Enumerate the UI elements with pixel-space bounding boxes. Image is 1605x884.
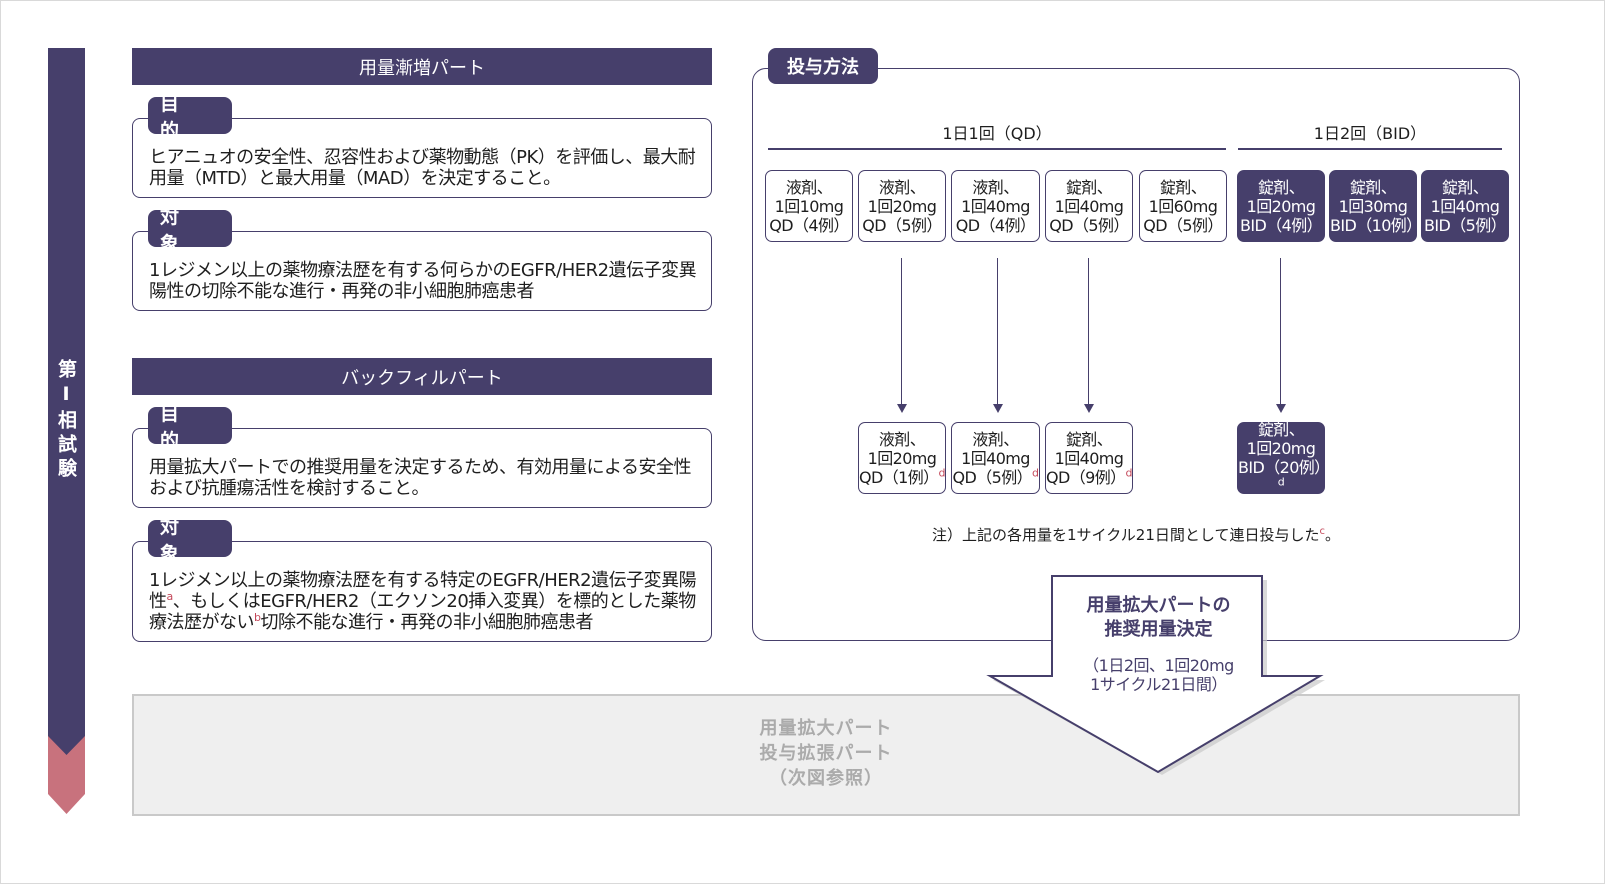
dose-box-bf-2: 液剤、 1回40mg QD（5例）d [951, 422, 1040, 494]
phase-arrow-tip [48, 736, 85, 814]
backfill-subject-tab: 対 象 [148, 516, 232, 565]
dose-box-esc-8: 錠剤、 1回40mg BID（5例） [1421, 170, 1509, 242]
dose-box-esc-4: 錠剤、 1回40mg QD（5例） [1045, 170, 1133, 242]
dose-box-esc-2: 液剤、 1回20mg QD（5例） [858, 170, 946, 242]
dose-escalation-header: 用量漸増パート [132, 48, 712, 85]
dose-box-esc-6: 錠剤、 1回20mg BID（4例） [1237, 170, 1325, 242]
dose-box-bf-1: 液剤、 1回20mg QD（1例）d [858, 422, 946, 494]
arrow-line-2 [997, 258, 998, 404]
dose-box-bf-4: 錠剤、 1回20mg BID（20例）d [1237, 420, 1330, 494]
qd-group-line [768, 148, 1226, 150]
arrow-head-1 [897, 404, 907, 413]
dose-box-esc-7: 錠剤、 1回30mg BID（10例） [1329, 170, 1422, 242]
arrow-head-2 [993, 404, 1003, 413]
backfill-header: バックフィルパート [132, 358, 712, 395]
escalation-subject-tab: 対 象 [148, 206, 232, 255]
arrow-line-3 [1088, 258, 1089, 404]
bid-group-line [1238, 148, 1502, 150]
qd-group-title: 1日1回（QD） [942, 124, 1052, 143]
dosing-note: 注）上記の各用量を1サイクル21日間として連日投与したc。 [932, 526, 1340, 544]
dose-box-esc-1: 液剤、 1回10mg QD（4例） [765, 170, 853, 242]
arrow-head-4 [1276, 404, 1286, 413]
dose-box-esc-3: 液剤、 1回40mg QD（4例） [951, 170, 1040, 242]
backfill-purpose-text: 用量拡大パートでの推奨用量を決定するため、有効用量による安全性および抗腫瘍活性を… [149, 457, 691, 499]
backfill-subject-text-3: 切除不能な進行・再発の非小細胞肺癌患者 [260, 612, 593, 633]
arrow-line-4 [1280, 258, 1281, 404]
escalation-subject-text: 1レジメン以上の薬物療法歴を有する何らかのEGFR/HER2遺伝子変異陽性の切除… [149, 260, 697, 302]
arrow-head-3 [1084, 404, 1094, 413]
escalation-purpose-tab: 目 的 [148, 93, 232, 142]
dosing-tab: 投与方法 [768, 48, 878, 84]
decision-subtitle: （1日2回、1回20mg 1サイクル21日間） [1083, 656, 1234, 694]
decision-title: 用量拡大パートの 推奨用量決定 [1086, 595, 1231, 640]
escalation-purpose-text: ヒアニュオの安全性、忍容性および薬物動態（PK）を評価し、最大耐用量（MTD）と… [149, 147, 696, 189]
dose-box-bf-3: 錠剤、 1回40mg QD（9例）d [1045, 422, 1133, 494]
dosing-panel [752, 68, 1520, 641]
dose-box-esc-5: 錠剤、 1回60mg QD（5例） [1139, 170, 1227, 242]
bid-group-title: 1日2回（BID） [1313, 124, 1427, 143]
arrow-line-1 [901, 258, 902, 404]
backfill-purpose-tab: 目 的 [148, 403, 232, 452]
phase-label: 第Ⅰ相試験 [55, 358, 77, 482]
